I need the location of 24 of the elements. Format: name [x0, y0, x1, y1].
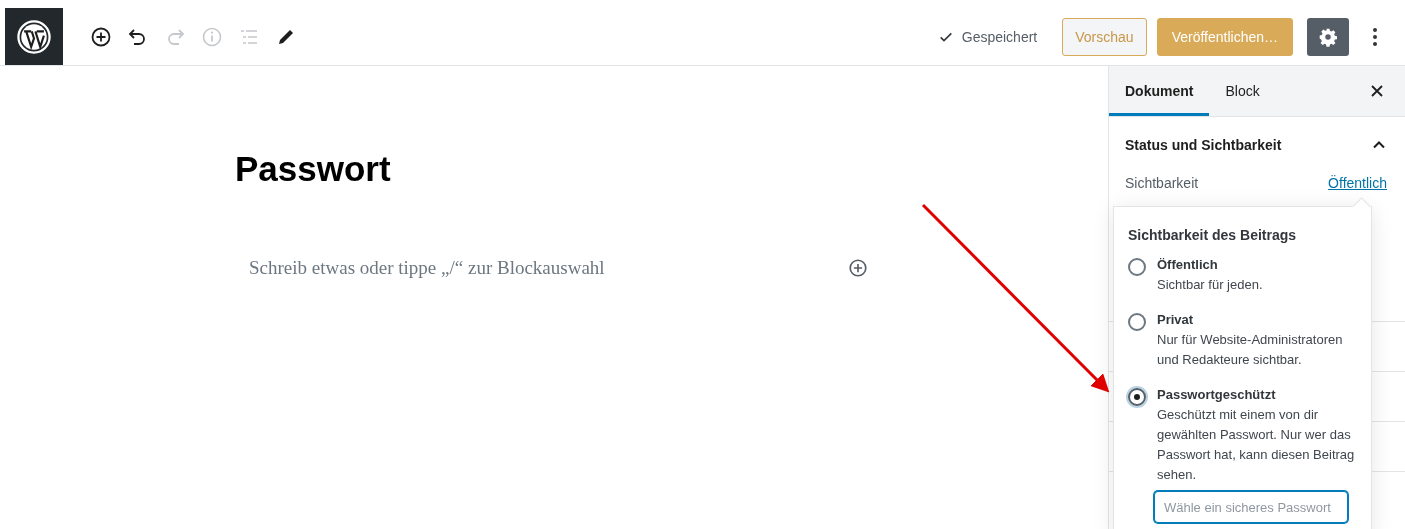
- radio-button[interactable]: [1128, 388, 1146, 406]
- settings-icon: [1318, 26, 1338, 47]
- wordpress-icon: [17, 19, 51, 54]
- option-label: Privat: [1157, 312, 1195, 327]
- visibility-label: Sichtbarkeit: [1125, 175, 1199, 191]
- option-description: Sichtbar für jeden.: [1157, 276, 1263, 294]
- option-description: Geschützt mit einem von dir gewählten Passwort. Nur wer das Passwort hat, kann diesen Beitrag sehen.: [1157, 406, 1356, 484]
- option-label: Öffentlich: [1157, 257, 1219, 272]
- radio-button[interactable]: [1128, 313, 1146, 331]
- sidebar-tab[interactable]: Dokument: [1109, 66, 1210, 116]
- panel-title[interactable]: Status und Sichtbarkeit: [1125, 137, 1282, 153]
- radio-button[interactable]: [1128, 258, 1146, 276]
- option-description: Nur für Website-Administratoren und Redakteure sichtbar.: [1157, 331, 1344, 369]
- settings-button[interactable]: [1307, 17, 1349, 56]
- password-field[interactable]: Wähle ein sicheres Passwort: [1154, 491, 1348, 523]
- popover-title: Sichtbarkeit des Beitrags: [1128, 227, 1298, 243]
- post-title[interactable]: Passwort: [235, 149, 1108, 189]
- saved-status: Gespeichert: [961, 28, 1038, 45]
- option-label: Passwortgeschützt: [1157, 387, 1277, 402]
- add-block-icon[interactable]: [847, 257, 869, 279]
- visibility-link[interactable]: Öffentlich: [1328, 175, 1387, 191]
- paragraph-placeholder[interactable]: Schreib etwas oder tippe „/“ zur Blockauswahl: [249, 257, 605, 279]
- sidebar-tab[interactable]: Block: [1209, 66, 1276, 116]
- logo-button[interactable]: [5, 8, 63, 65]
